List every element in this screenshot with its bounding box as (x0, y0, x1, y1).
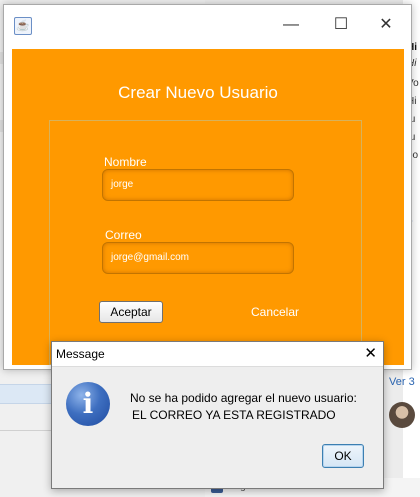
close-button[interactable]: ✕ (363, 11, 409, 39)
dialog-message-line1: No se ha podido agregar el nuevo usuario… (130, 391, 357, 405)
dialog-message-line2: EL CORREO YA ESTA REGISTRADO (132, 408, 336, 422)
view-replies-link[interactable]: Ver 3 (389, 376, 415, 388)
dialog-close-button[interactable]: ✕ (364, 344, 377, 362)
java-icon: ☕ (14, 17, 32, 35)
email-label: Correo (105, 228, 142, 242)
maximize-button[interactable]: ☐ (318, 11, 364, 39)
message-dialog: Message ✕ i No se ha podido agregar el n… (51, 341, 384, 489)
main-window: ☕ — ☐ ✕ Crear Nuevo Usuario Nombre jorge… (3, 4, 412, 370)
name-label: Nombre (104, 155, 147, 169)
window-titlebar: ☕ — ☐ ✕ (4, 5, 411, 43)
dialog-titlebar: Message ✕ (52, 342, 383, 367)
cancel-button[interactable]: Cancelar (240, 301, 310, 323)
email-field[interactable]: jorge@gmail.com (102, 242, 294, 274)
form-content: Crear Nuevo Usuario Nombre jorge Correo … (12, 49, 404, 365)
accept-button[interactable]: Aceptar (99, 301, 163, 323)
avatar (389, 402, 415, 428)
form-title: Crear Nuevo Usuario (118, 83, 278, 102)
ok-button[interactable]: OK (322, 444, 364, 468)
info-icon: i (66, 382, 110, 426)
minimize-button[interactable]: — (268, 11, 314, 39)
name-field[interactable]: jorge (102, 169, 294, 201)
dialog-title: Message (56, 347, 105, 361)
